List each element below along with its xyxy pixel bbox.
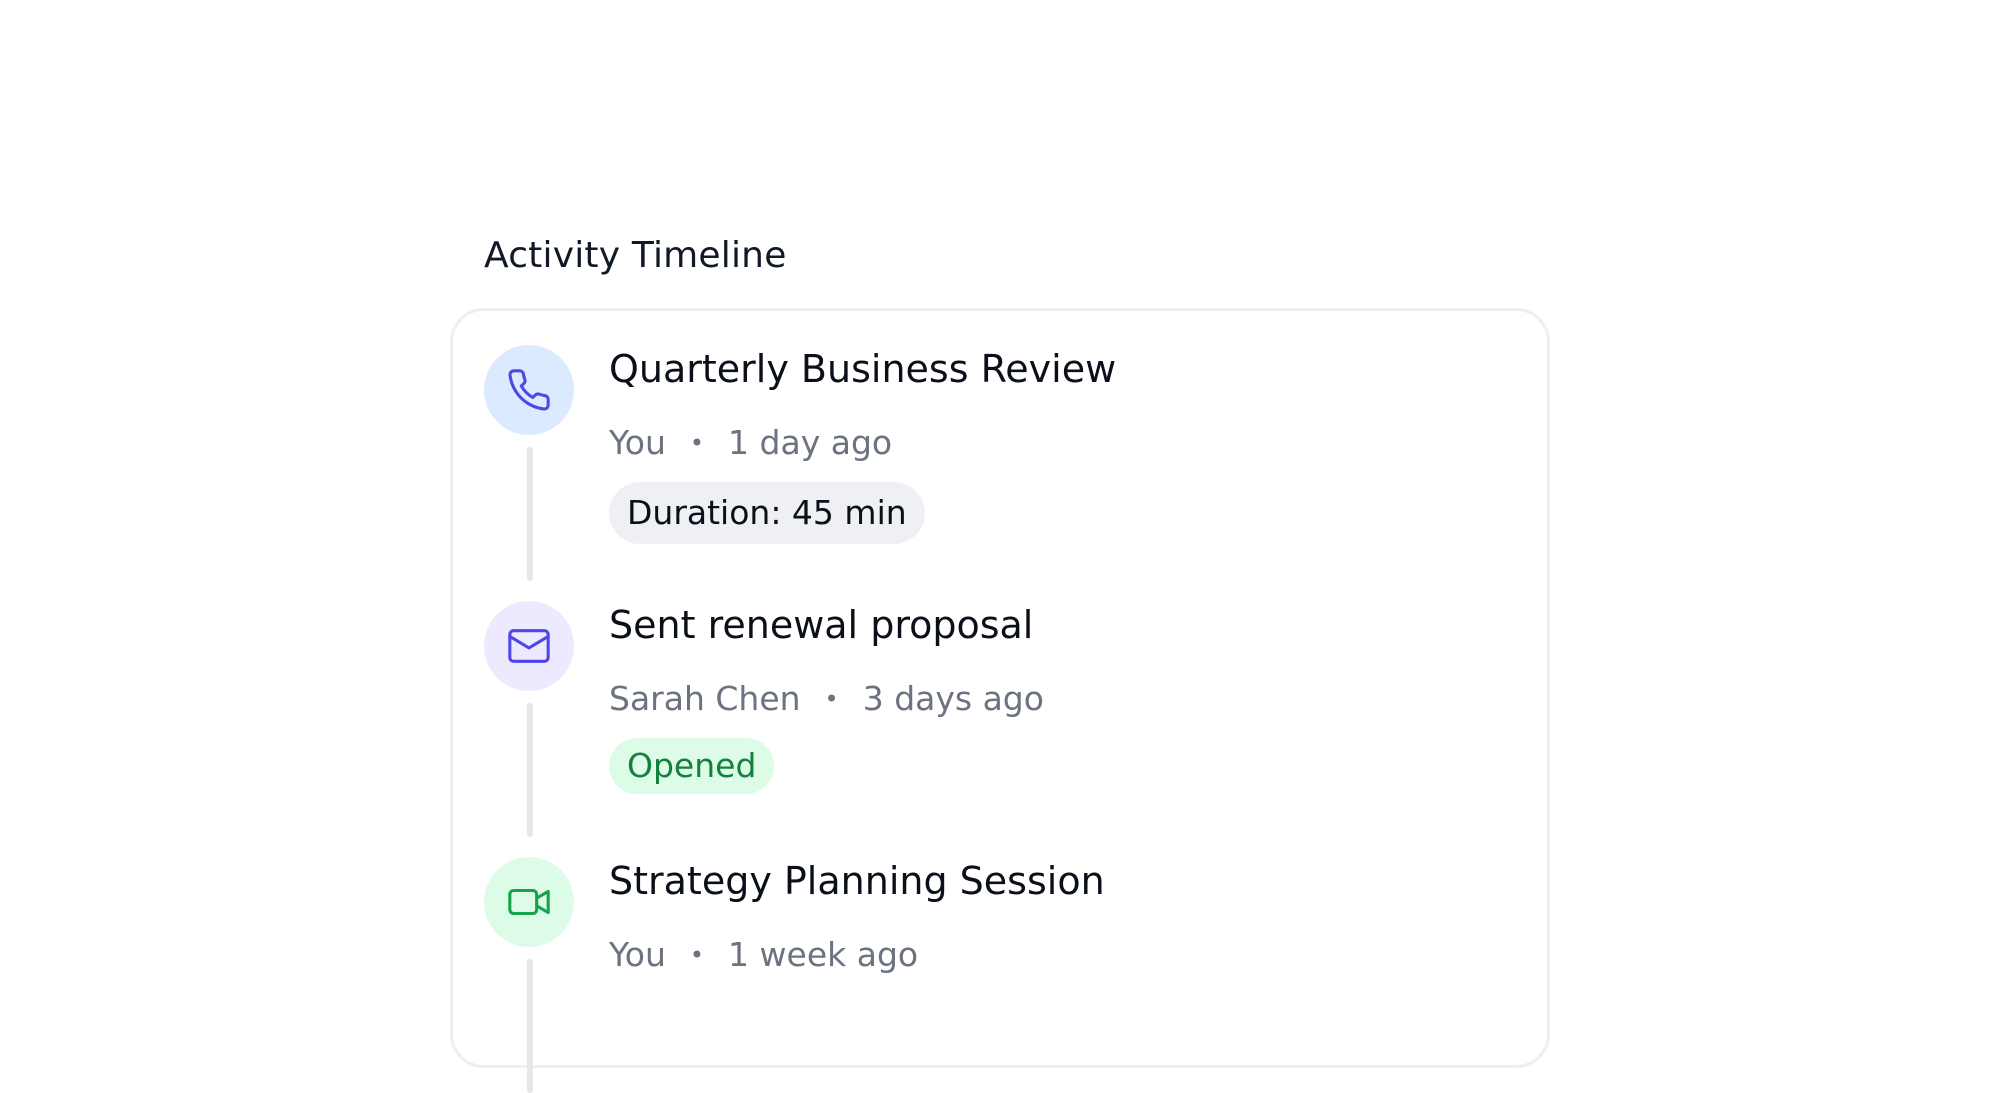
- activity-time: 1 day ago: [728, 423, 893, 462]
- activity-timeline-card: Quarterly Business Review You • 1 day ag…: [450, 308, 1550, 1093]
- activity-time: 3 days ago: [862, 679, 1044, 718]
- meeting-icon-badge: [484, 857, 574, 947]
- activity-title: Strategy Planning Session: [609, 859, 1105, 903]
- mail-icon: [508, 629, 550, 663]
- status-badge: Opened: [609, 738, 775, 794]
- timeline-connector: [527, 959, 533, 1093]
- activity-title: Quarterly Business Review: [609, 347, 1117, 391]
- activity-meta: Sarah Chen • 3 days ago: [609, 679, 1044, 718]
- email-icon-badge: [484, 601, 574, 691]
- timeline-connector: [527, 703, 533, 837]
- timeline-connector: [527, 447, 533, 581]
- activity-author: You: [609, 423, 666, 462]
- video-icon: [508, 888, 550, 916]
- activity-title: Sent renewal proposal: [609, 603, 1034, 647]
- activity-author: Sarah Chen: [609, 679, 801, 718]
- section-title: Activity Timeline: [484, 235, 787, 276]
- activity-time: 1 week ago: [728, 935, 919, 974]
- meta-separator: •: [689, 428, 705, 457]
- activity-meta: You • 1 day ago: [609, 423, 892, 462]
- meta-separator: •: [824, 684, 839, 713]
- call-icon-badge: [484, 345, 574, 435]
- phone-icon: [508, 369, 550, 411]
- meta-separator: •: [689, 940, 705, 969]
- activity-meta: You • 1 week ago: [609, 935, 918, 974]
- duration-badge: Duration: 45 min: [609, 482, 925, 544]
- activity-author: You: [609, 935, 666, 974]
